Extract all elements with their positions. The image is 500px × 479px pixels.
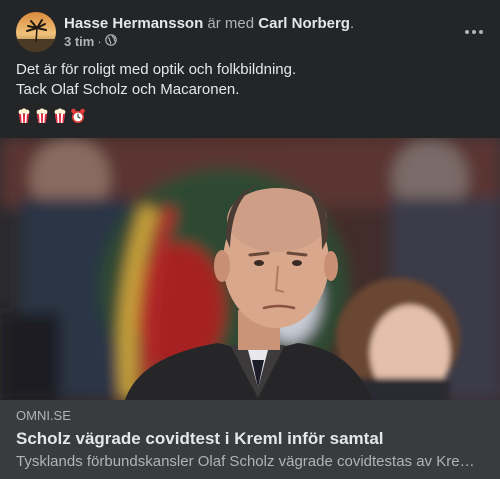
meta-separator: · (97, 34, 102, 49)
more-options-icon[interactable] (460, 18, 488, 46)
tagged-suffix: . (349, 15, 355, 32)
post-text: Det är för roligt med optik och folkbild… (16, 60, 484, 100)
post-header: Hasse Hermansson är med Carl Norberg. 3 … (16, 12, 484, 52)
popcorn-icon (52, 108, 68, 129)
link-domain: OMNI.SE (16, 408, 71, 423)
post-meta: 3 tim · (64, 34, 117, 50)
alarm-clock-icon (70, 108, 86, 129)
link-headline[interactable]: Scholz vägrade covidtest i Kreml inför s… (16, 428, 384, 449)
link-preview-image[interactable] (0, 138, 500, 400)
popcorn-icon (34, 108, 50, 129)
post-timestamp[interactable]: 3 tim (64, 34, 94, 50)
post-text-line-1: Det är för roligt med optik och folkbild… (16, 61, 297, 78)
with-text: är med (207, 15, 255, 32)
link-preview[interactable]: OMNI.SE Scholz vägrade covidtest i Kreml… (0, 400, 500, 479)
tagged-person[interactable]: Carl Norberg (258, 15, 350, 32)
post-author-line: Hasse Hermansson är med Carl Norberg. (64, 14, 354, 33)
post-text-line-2: Tack Olaf Scholz och Macaronen. (16, 81, 240, 98)
popcorn-icon (16, 108, 32, 129)
author-avatar[interactable] (16, 12, 56, 52)
author-name[interactable]: Hasse Hermansson (64, 15, 203, 32)
emoji-row (16, 108, 86, 129)
facebook-post: Hasse Hermansson är med Carl Norberg. 3 … (0, 0, 500, 479)
globe-icon[interactable] (104, 34, 117, 50)
link-description: Tysklands förbundskansler Olaf Scholz vä… (16, 453, 484, 470)
